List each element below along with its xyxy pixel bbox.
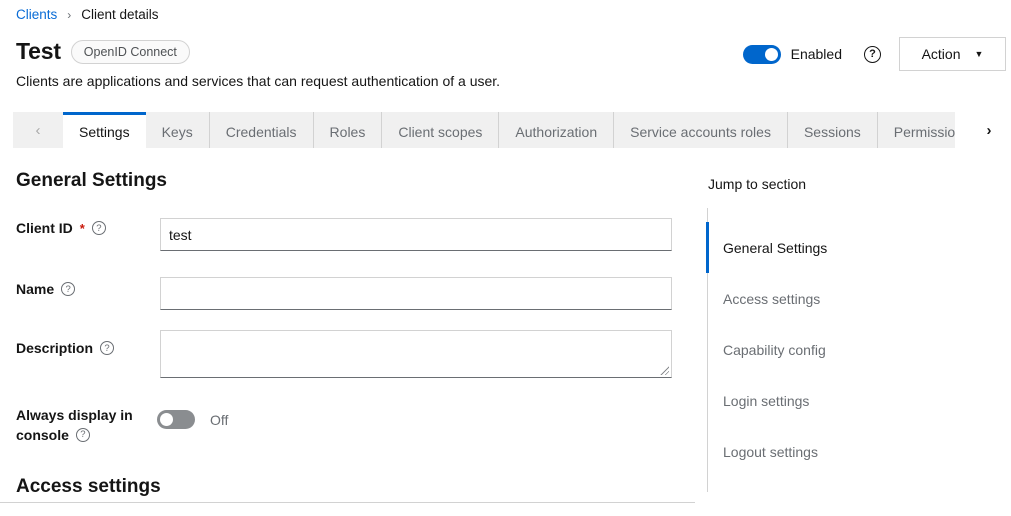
toggle-knob: [160, 413, 173, 426]
protocol-badge: OpenID Connect: [71, 40, 190, 64]
description-label-text: Description: [16, 340, 93, 356]
tab-credentials[interactable]: Credentials: [209, 112, 313, 148]
tab-settings[interactable]: Settings: [63, 112, 146, 148]
name-input[interactable]: [160, 277, 672, 310]
page-subtitle: Clients are applications and services th…: [16, 73, 500, 89]
section-divider: [0, 502, 695, 503]
breadcrumb-clients-link[interactable]: Clients: [16, 7, 57, 22]
description-textarea[interactable]: [160, 330, 672, 378]
jump-item-logout-settings[interactable]: Logout settings: [708, 426, 969, 477]
jump-item-general-settings[interactable]: General Settings: [706, 222, 969, 273]
tab-roles[interactable]: Roles: [313, 112, 382, 148]
tab-sessions[interactable]: Sessions: [787, 112, 877, 148]
jump-item-capability-config[interactable]: Capability config: [708, 324, 969, 375]
chevron-down-icon: ▼: [975, 49, 984, 59]
action-dropdown-button[interactable]: Action ▼: [899, 37, 1006, 71]
always-display-help-icon[interactable]: ?: [76, 428, 90, 442]
tab-client-scopes[interactable]: Client scopes: [381, 112, 498, 148]
enabled-label: Enabled: [791, 46, 842, 62]
client-id-label-text: Client ID: [16, 220, 73, 236]
jump-item-access-settings[interactable]: Access settings: [708, 273, 969, 324]
description-help-icon[interactable]: ?: [100, 341, 114, 355]
tab-service-accounts-roles[interactable]: Service accounts roles: [613, 112, 787, 148]
always-display-state-text: Off: [210, 412, 228, 428]
breadcrumb-current: Client details: [81, 7, 158, 22]
client-id-input[interactable]: [160, 218, 672, 251]
breadcrumb: Clients › Client details: [16, 7, 159, 22]
tabs-scroll-left-button[interactable]: ‹: [13, 112, 63, 148]
always-display-label: Always display in console ?: [16, 405, 151, 445]
client-id-help-icon[interactable]: ?: [92, 221, 106, 235]
enabled-toggle[interactable]: [743, 45, 781, 64]
access-settings-heading: Access settings: [16, 476, 161, 498]
general-settings-heading: General Settings: [16, 170, 167, 192]
title-row: Test OpenID Connect: [16, 38, 190, 65]
name-help-icon[interactable]: ?: [61, 282, 75, 296]
tab-bar: ‹ Settings Keys Credentials Roles Client…: [13, 112, 955, 148]
tab-authorization[interactable]: Authorization: [498, 112, 613, 148]
jump-item-login-settings[interactable]: Login settings: [708, 375, 969, 426]
help-icon[interactable]: ?: [864, 46, 881, 63]
tab-permissions[interactable]: Permissions: [877, 112, 955, 148]
jump-to-section-title: Jump to section: [708, 176, 806, 192]
tabs-scroll-right-button[interactable]: ›: [970, 112, 1008, 148]
name-label: Name ?: [16, 281, 75, 297]
description-label: Description ?: [16, 340, 114, 356]
client-id-label: Client ID * ?: [16, 220, 106, 236]
always-display-label-line2: console: [16, 425, 69, 445]
tab-keys[interactable]: Keys: [146, 112, 209, 148]
action-dropdown-label: Action: [922, 46, 961, 62]
always-display-label-line1: Always display in: [16, 407, 133, 423]
toggle-knob: [765, 48, 778, 61]
chevron-right-icon: ›: [987, 122, 992, 139]
page-title: Test: [16, 38, 61, 65]
jump-to-section-nav: General Settings Access settings Capabil…: [707, 208, 969, 492]
required-asterisk: *: [80, 221, 85, 236]
always-display-toggle[interactable]: [157, 410, 195, 429]
chevron-left-icon: ‹: [36, 122, 41, 139]
header-controls: Enabled ? Action ▼: [743, 37, 1006, 71]
name-label-text: Name: [16, 281, 54, 297]
breadcrumb-separator-icon: ›: [67, 8, 71, 22]
